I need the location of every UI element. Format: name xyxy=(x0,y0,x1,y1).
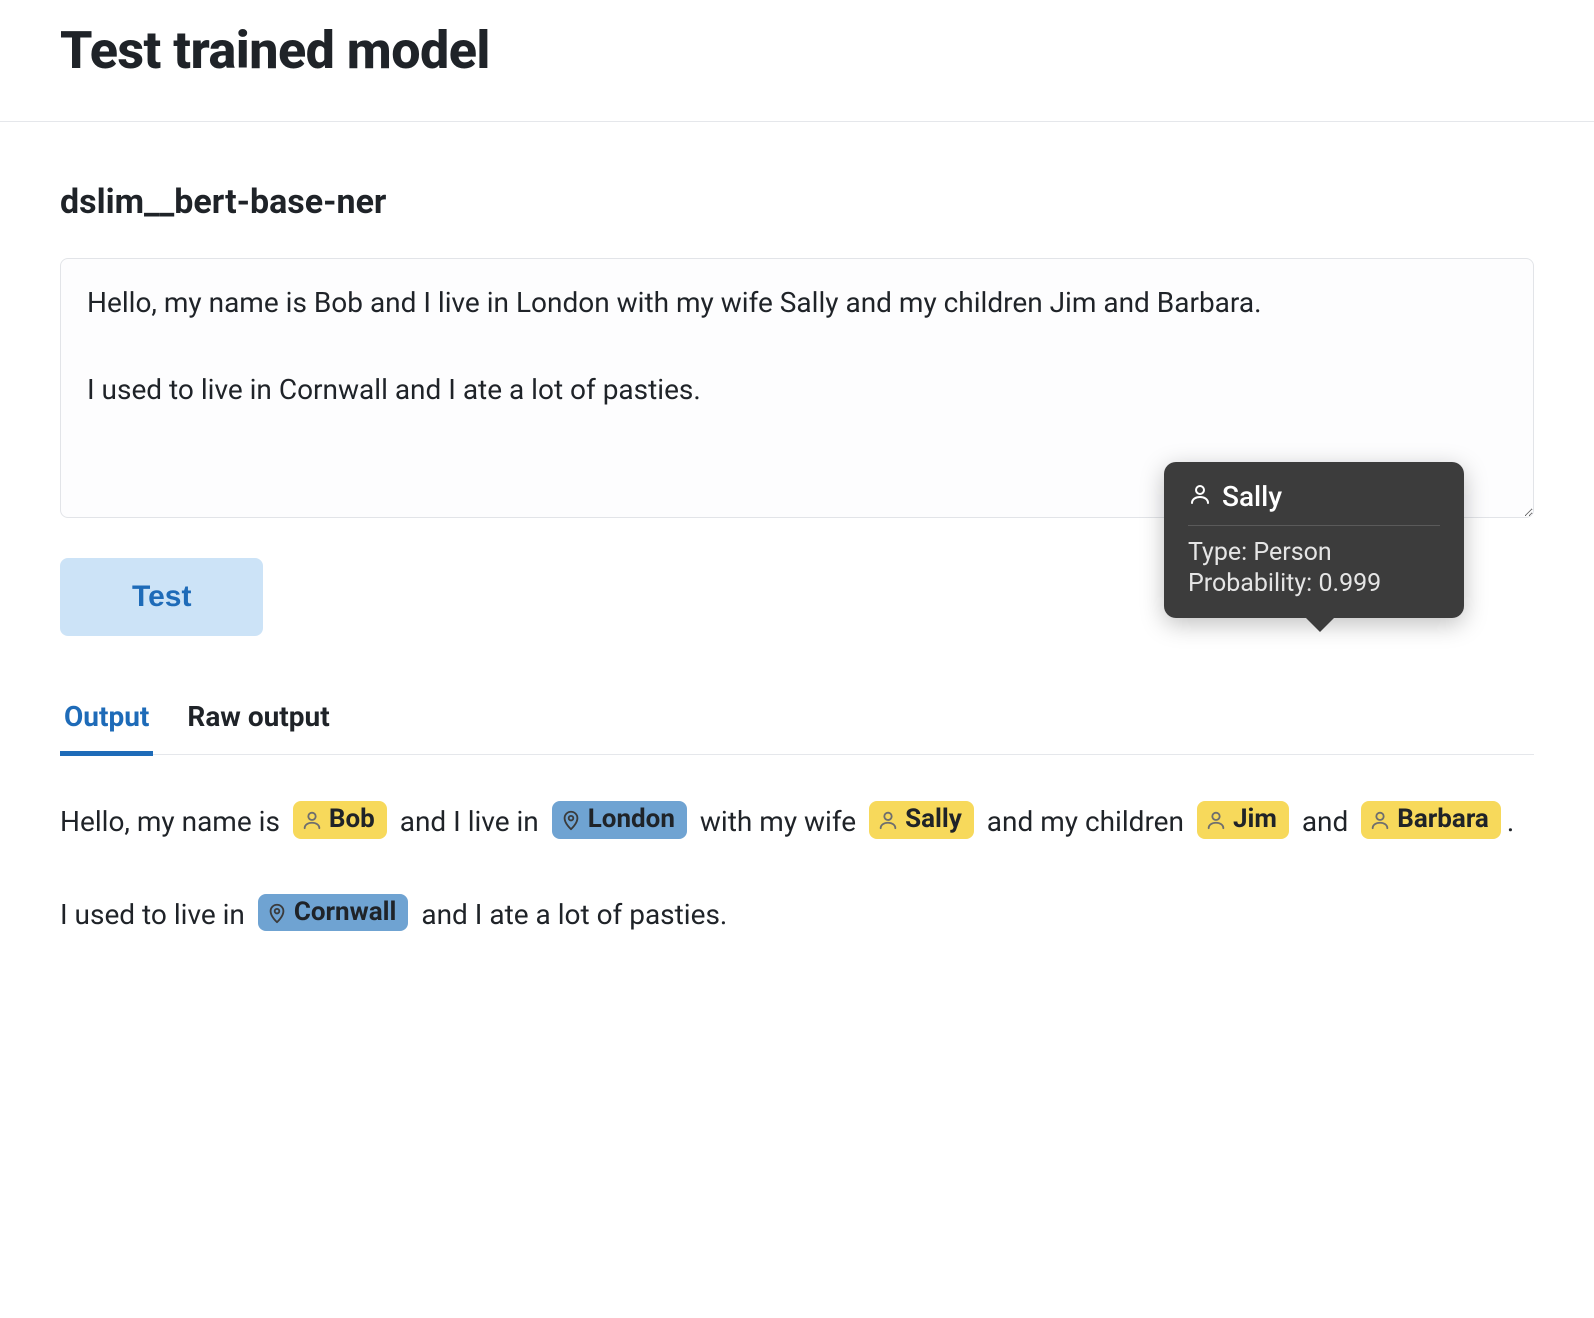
entity-text: Jim xyxy=(1233,804,1277,835)
output-text: and I ate a lot of pasties. xyxy=(414,898,727,931)
tooltip-type-label: Type: xyxy=(1188,538,1253,567)
tooltip-entity-name: Sally xyxy=(1222,480,1282,513)
entity-text: Sally xyxy=(905,804,962,835)
tooltip-type-line: Type: Person xyxy=(1188,538,1440,567)
tooltip-probability-line: Probability: 0.999 xyxy=(1188,569,1440,598)
entity-chip-location[interactable]: London xyxy=(552,801,687,838)
entity-chip-person[interactable]: Sally xyxy=(869,801,974,838)
entity-chip-location[interactable]: Cornwall xyxy=(258,894,409,931)
entity-text: Barbara xyxy=(1397,804,1489,835)
user-icon xyxy=(1205,809,1227,831)
map-pin-icon xyxy=(560,809,582,831)
output-paragraph: Hello, my name is Bob and I live in Lond… xyxy=(60,793,1534,852)
user-icon xyxy=(877,809,899,831)
user-icon xyxy=(1188,480,1212,513)
entity-chip-person[interactable]: Bob xyxy=(293,801,387,838)
model-name: dslim__bert-base-ner xyxy=(60,182,1534,222)
output-text: and xyxy=(1295,805,1355,838)
entity-text: London xyxy=(588,804,675,835)
entity-chip-person[interactable]: Jim xyxy=(1197,801,1289,838)
output-text: and I live in xyxy=(393,805,546,838)
output-text: Hello, my name is xyxy=(60,805,287,838)
divider xyxy=(0,121,1594,122)
user-icon xyxy=(301,809,323,831)
output-text: . xyxy=(1507,805,1514,838)
output-text: and my children xyxy=(980,805,1191,838)
entity-chip-person[interactable]: Barbara xyxy=(1361,801,1501,838)
output-text: I used to live in xyxy=(60,898,252,931)
entity-tooltip: Sally Type: Person Probability: 0.999 xyxy=(1164,462,1464,618)
entity-text: Cornwall xyxy=(294,897,397,928)
test-button[interactable]: Test xyxy=(60,558,263,636)
tooltip-probability-label: Probability: xyxy=(1188,569,1318,598)
user-icon xyxy=(1369,809,1391,831)
output-text: with my wife xyxy=(693,805,863,838)
entity-text: Bob xyxy=(329,804,375,835)
map-pin-icon xyxy=(266,902,288,924)
page-title: Test trained model xyxy=(60,20,1534,81)
tab-output[interactable]: Output xyxy=(60,688,153,756)
output-area: Hello, my name is Bob and I live in Lond… xyxy=(60,793,1534,945)
tab-raw-output[interactable]: Raw output xyxy=(183,688,333,756)
output-tabs: Output Raw output xyxy=(60,688,1534,755)
tooltip-probability-value: 0.999 xyxy=(1318,569,1381,598)
output-paragraph: I used to live in Cornwall and I ate a l… xyxy=(60,886,1534,945)
tooltip-type-value: Person xyxy=(1253,538,1331,567)
